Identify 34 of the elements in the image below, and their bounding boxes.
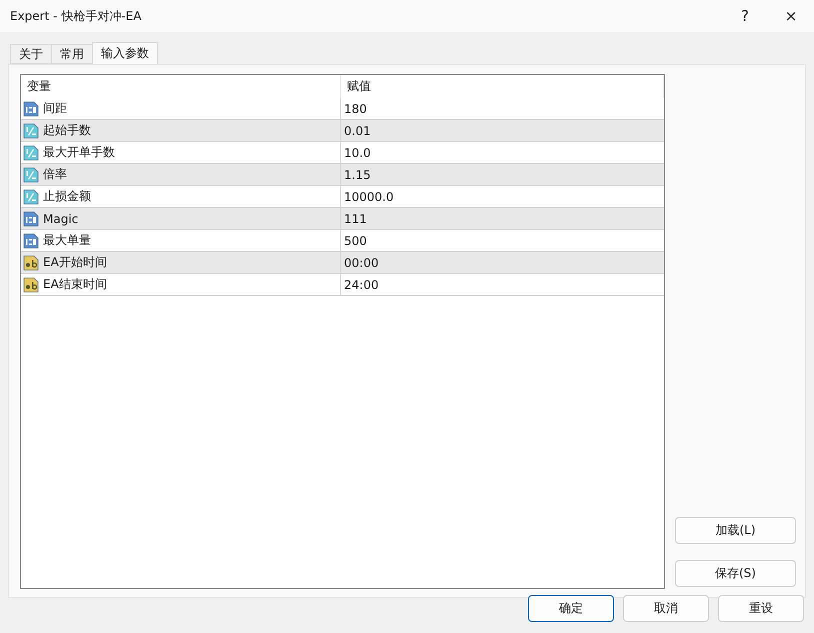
parameter-name: 间距 bbox=[43, 100, 67, 117]
parameter-name: 最大开单手数 bbox=[43, 144, 115, 161]
integer-type-icon bbox=[23, 210, 39, 226]
load-button[interactable]: 加载(L) bbox=[675, 517, 796, 544]
parameter-name: 最大单量 bbox=[43, 232, 91, 249]
parameter-name: 止损金额 bbox=[43, 188, 91, 205]
parameter-name: EA结束时间 bbox=[43, 276, 107, 293]
text-type-icon bbox=[23, 276, 39, 292]
table-cell-text: 00:00 bbox=[343, 254, 380, 272]
text-type-icon bbox=[23, 254, 39, 270]
save-button[interactable]: 保存(S) bbox=[675, 560, 796, 587]
tab[interactable]: 关于 bbox=[10, 44, 52, 64]
reset-button[interactable]: 重设 bbox=[718, 595, 804, 622]
ok-button[interactable]: 确定 bbox=[528, 595, 614, 622]
table-cell-text: 10000.0 bbox=[343, 188, 395, 206]
fraction-type-icon bbox=[23, 166, 39, 182]
parameter-name: 倍率 bbox=[43, 166, 67, 183]
parameter-name: 起始手数 bbox=[43, 122, 91, 139]
fraction-type-icon bbox=[23, 122, 39, 138]
close-button[interactable]: × bbox=[768, 0, 814, 32]
window-title: Expert - 快枪手对冲-EA bbox=[10, 8, 142, 24]
tab[interactable]: 常用 bbox=[51, 44, 93, 64]
table-cell-text: 10.0 bbox=[343, 144, 372, 162]
tab[interactable]: 输入参数 bbox=[92, 42, 158, 64]
table-cell-text: 180 bbox=[343, 100, 368, 118]
table-cell-text: 1.15 bbox=[343, 166, 372, 184]
cancel-button[interactable]: 取消 bbox=[623, 595, 709, 622]
table-cell-text: 111 bbox=[343, 210, 368, 228]
table-cell-text: 24:00 bbox=[343, 276, 380, 294]
table-cell-text: 0.01 bbox=[343, 122, 372, 140]
help-button[interactable]: ? bbox=[722, 0, 768, 32]
parameter-name: Magic bbox=[43, 212, 78, 226]
table-cell-text: 500 bbox=[343, 232, 368, 250]
parameter-name: EA开始时间 bbox=[43, 254, 107, 271]
